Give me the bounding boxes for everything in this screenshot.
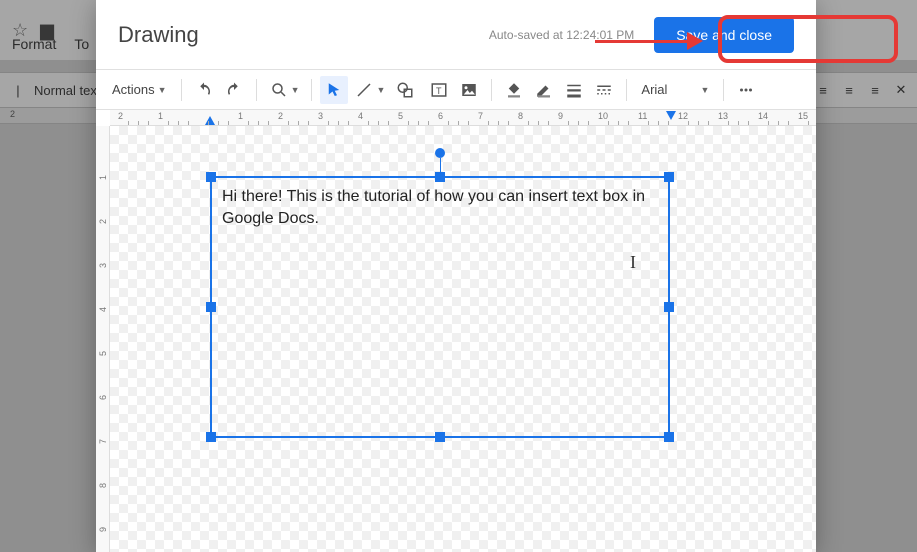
resize-handle-tr[interactable] (664, 172, 674, 182)
select-tool[interactable] (320, 76, 348, 104)
margin-marker-start[interactable] (205, 116, 215, 125)
actions-label: Actions (112, 82, 155, 97)
canvas-area: 1 2 3 4 5 6 7 8 9 Hi there! This is the tutorial… (96, 126, 816, 552)
text-cursor-icon: I (630, 252, 636, 273)
ruler-v-num: 8 (98, 483, 108, 488)
ruler-v-num: 2 (98, 219, 108, 224)
drawing-canvas[interactable]: Hi there! This is the tutorial of how yo… (110, 126, 816, 552)
more-options-button[interactable] (732, 76, 760, 104)
ruler-h-num: 2 (118, 111, 123, 121)
clear-icon: ✕ (891, 80, 911, 100)
drawing-modal: Drawing Auto-saved at 12:24:01 PM Save a… (96, 0, 816, 552)
border-weight-button[interactable] (560, 76, 588, 104)
text-box[interactable]: Hi there! This is the tutorial of how yo… (210, 176, 670, 438)
chevron-down-icon: ▼ (700, 85, 709, 95)
resize-handle-bm[interactable] (435, 432, 445, 442)
rotate-connector (440, 158, 441, 173)
ruler-h-num: 11 (638, 111, 647, 121)
indent-decrease-icon: ≡ (813, 80, 833, 100)
align-icon: ≡ (865, 80, 885, 100)
horizontal-ruler[interactable]: 2112345678910111213141516 (110, 110, 816, 126)
divider-icon: | (8, 80, 28, 100)
actions-menu[interactable]: Actions ▼ (106, 78, 173, 101)
drawing-toolbar: Actions ▼ ▼ ▼ T Arial ▼ (96, 70, 816, 110)
separator (491, 79, 492, 101)
undo-button[interactable] (190, 76, 218, 104)
svg-text:T: T (436, 85, 442, 95)
ruler-v-num: 4 (98, 307, 108, 312)
resize-handle-tm[interactable] (435, 172, 445, 182)
line-tool[interactable]: ▼ (350, 76, 389, 104)
ruler-h-num: 1 (158, 111, 163, 121)
image-tool[interactable] (455, 76, 483, 104)
font-name: Arial (641, 82, 667, 97)
ruler-h-num: 12 (678, 111, 688, 121)
border-color-button[interactable] (530, 76, 558, 104)
separator (256, 79, 257, 101)
ruler-v-num: 7 (98, 439, 108, 444)
separator (723, 79, 724, 101)
ruler-h-num: 1 (238, 111, 243, 121)
ruler-v-num: 5 (98, 351, 108, 356)
ruler-v-num: 9 (98, 527, 108, 532)
fill-color-button[interactable] (500, 76, 528, 104)
resize-handle-tl[interactable] (206, 172, 216, 182)
ruler-h-num: 13 (718, 111, 728, 121)
ruler-h-num: 15 (798, 111, 808, 121)
textbox-tool[interactable]: T (425, 76, 453, 104)
menu-tools: To (74, 36, 89, 52)
resize-handle-br[interactable] (664, 432, 674, 442)
separator (311, 79, 312, 101)
zoom-button[interactable]: ▼ (265, 76, 304, 104)
margin-marker-end[interactable] (666, 111, 676, 120)
vertical-ruler[interactable]: 1 2 3 4 5 6 7 8 9 (96, 126, 110, 552)
font-selector[interactable]: Arial ▼ (635, 80, 715, 99)
ruler-h-num: 5 (398, 111, 403, 121)
modal-title: Drawing (118, 22, 199, 48)
style-selector: Normal text (34, 83, 100, 98)
menu-format: Format (12, 36, 56, 52)
shape-tool[interactable] (391, 76, 423, 104)
ruler-v-num: 1 (98, 175, 108, 180)
chevron-down-icon: ▼ (158, 85, 167, 95)
ruler-h-num: 6 (438, 111, 443, 121)
autosave-status: Auto-saved at 12:24:01 PM (489, 28, 634, 42)
resize-handle-ml[interactable] (206, 302, 216, 312)
docs-menu: Format To (12, 36, 89, 52)
save-and-close-button[interactable]: Save and close (654, 17, 794, 53)
text-box-content[interactable]: Hi there! This is the tutorial of how yo… (222, 186, 658, 229)
resize-handle-bl[interactable] (206, 432, 216, 442)
ruler-v-num: 3 (98, 263, 108, 268)
rotate-handle[interactable] (435, 148, 445, 158)
redo-button[interactable] (220, 76, 248, 104)
ruler-h-num: 8 (518, 111, 523, 121)
indent-increase-icon: ≡ (839, 80, 859, 100)
ruler-h-num: 4 (358, 111, 363, 121)
ruler-h-num: 14 (758, 111, 768, 121)
border-dash-button[interactable] (590, 76, 618, 104)
separator (181, 79, 182, 101)
separator (626, 79, 627, 101)
ruler-h-num: 9 (558, 111, 563, 121)
ruler-h-num: 2 (278, 111, 283, 121)
resize-handle-mr[interactable] (664, 302, 674, 312)
ruler-h-num: 10 (598, 111, 608, 121)
ruler-h-num: 7 (478, 111, 483, 121)
modal-header: Drawing Auto-saved at 12:24:01 PM Save a… (96, 0, 816, 70)
ruler-mark: 2 (10, 109, 15, 119)
ruler-h-num: 3 (318, 111, 323, 121)
ruler-v-num: 6 (98, 395, 108, 400)
